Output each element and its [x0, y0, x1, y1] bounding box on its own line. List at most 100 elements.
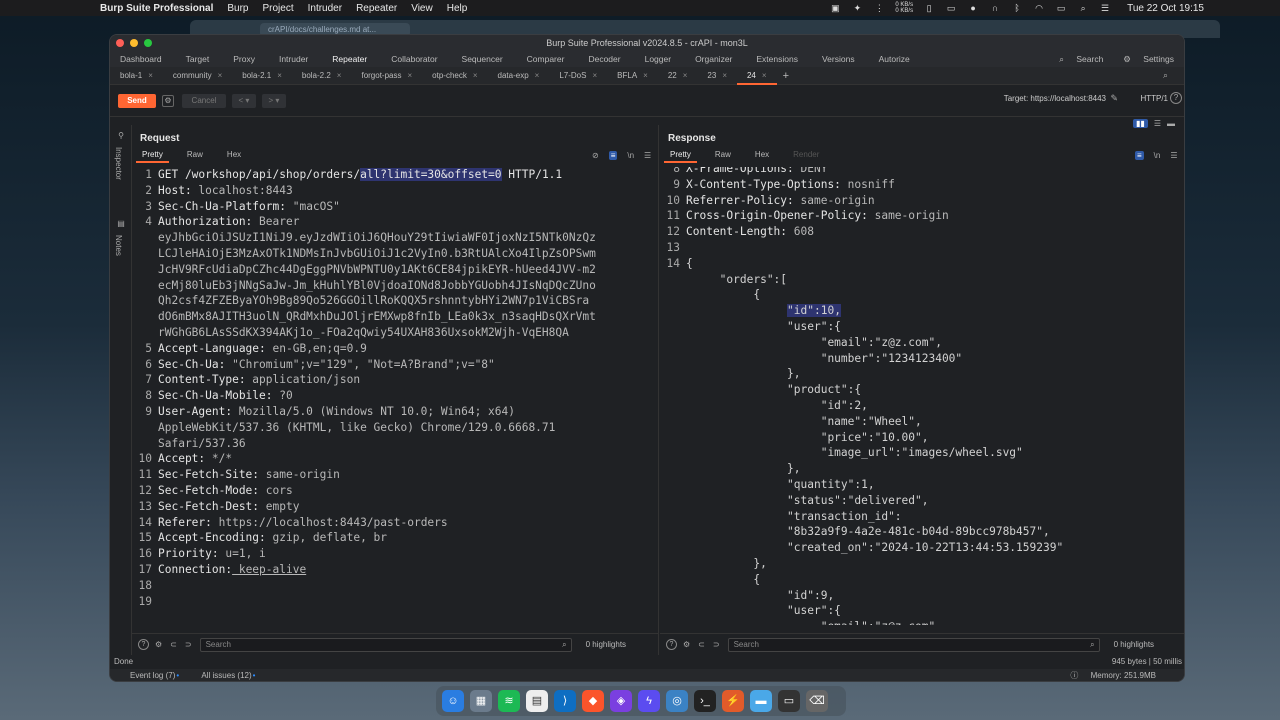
tool-tab-organizer[interactable]: Organizer: [683, 51, 744, 67]
send-button[interactable]: Send: [118, 93, 156, 108]
screen-icon[interactable]: ▭: [945, 3, 957, 13]
response-tab-hex[interactable]: Hex: [749, 149, 775, 163]
wrap-icon[interactable]: ≡: [608, 151, 618, 160]
tool-tab-decoder[interactable]: Decoder: [576, 51, 632, 67]
response-tab-pretty[interactable]: Pretty: [664, 149, 697, 163]
tab-search-icon[interactable]: ⌕: [1163, 70, 1168, 81]
repeater-tab[interactable]: 23 ×: [697, 67, 737, 85]
close-icon[interactable]: ×: [683, 71, 688, 80]
tool-tab-autorize[interactable]: Autorize: [867, 51, 922, 67]
request-search-input[interactable]: Search ⌕: [199, 637, 572, 652]
help-icon[interactable]: ?: [1170, 92, 1182, 104]
trash-icon[interactable]: ⌫: [806, 690, 828, 712]
repeater-tab[interactable]: 22 ×: [658, 67, 698, 85]
tool-tab-sequencer[interactable]: Sequencer: [450, 51, 515, 67]
layout-tabs-icon[interactable]: ▬: [1167, 119, 1175, 128]
close-icon[interactable]: ×: [277, 71, 282, 80]
response-tab-raw[interactable]: Raw: [709, 149, 737, 163]
close-icon[interactable]: ×: [408, 71, 413, 80]
folder-icon[interactable]: ▬: [750, 690, 772, 712]
gamepad-icon[interactable]: ✦: [851, 3, 863, 13]
repeater-tab[interactable]: forgot-pass ×: [351, 67, 422, 85]
proton-icon[interactable]: ◈: [610, 690, 632, 712]
repeater-tab[interactable]: bola-1 ×: [110, 67, 163, 85]
finder-icon[interactable]: ☺: [442, 690, 464, 712]
response-search-input[interactable]: Search ⌕: [727, 637, 1100, 652]
help-icon[interactable]: ?: [138, 639, 149, 650]
request-tab-hex[interactable]: Hex: [221, 149, 247, 163]
inspector-icon[interactable]: ⚲: [116, 131, 126, 141]
tool-tab-collaborator[interactable]: Collaborator: [379, 51, 449, 67]
menubar-app-name[interactable]: Burp Suite Professional: [100, 3, 213, 14]
menubar-item-repeater[interactable]: Repeater: [356, 3, 397, 14]
notes-app-icon[interactable]: ▤: [526, 690, 548, 712]
phone-icon[interactable]: ▯: [923, 3, 935, 13]
menubar-item-project[interactable]: Project: [262, 3, 293, 14]
bluetooth-icon[interactable]: ᛒ: [1011, 3, 1023, 13]
menubar-item-burp[interactable]: Burp: [227, 3, 248, 14]
next-icon[interactable]: ⊃: [713, 640, 720, 649]
tool-tab-dashboard[interactable]: Dashboard: [110, 51, 174, 67]
event-log-button[interactable]: Event log (7)•: [120, 671, 179, 680]
send-options-gear-icon[interactable]: ⚙: [162, 94, 174, 107]
circle-icon[interactable]: ●: [967, 3, 979, 13]
wifi-icon[interactable]: ◠: [1033, 3, 1045, 13]
repeater-tab[interactable]: otp-check ×: [422, 67, 487, 85]
previous-icon[interactable]: ⊂: [170, 640, 177, 649]
repeater-tab-active[interactable]: 24 ×: [736, 67, 777, 85]
repeater-tab[interactable]: data-exp ×: [488, 67, 550, 85]
vscode-icon[interactable]: ⟩: [554, 690, 576, 712]
help-icon[interactable]: ?: [666, 639, 677, 650]
close-window-button[interactable]: [116, 39, 124, 47]
menubar-item-intruder[interactable]: Intruder: [308, 3, 342, 14]
close-icon[interactable]: ×: [762, 71, 767, 80]
repeater-tab[interactable]: L7-DoS ×: [549, 67, 607, 85]
repeater-tab[interactable]: bola-2.1 ×: [232, 67, 292, 85]
tool-tab-proxy[interactable]: Proxy: [221, 51, 267, 67]
response-tab-render[interactable]: Render: [787, 149, 825, 163]
repeater-tab[interactable]: bola-2.2 ×: [292, 67, 352, 85]
settings-button[interactable]: ⚙ Settings: [1113, 54, 1174, 65]
tool-tab-intruder[interactable]: Intruder: [267, 51, 320, 67]
add-tab-button[interactable]: +: [783, 70, 789, 82]
terminal-icon[interactable]: ›_: [694, 690, 716, 712]
chrome-icon[interactable]: ◎: [666, 690, 688, 712]
launchpad-icon[interactable]: ▦: [470, 690, 492, 712]
menubar-item-view[interactable]: View: [411, 3, 433, 14]
control-center-icon[interactable]: ☰: [1099, 3, 1111, 13]
battery-icon[interactable]: ▭: [1055, 3, 1067, 13]
brave-icon[interactable]: ◆: [582, 690, 604, 712]
tool-tab-logger[interactable]: Logger: [633, 51, 683, 67]
close-icon[interactable]: ×: [592, 71, 597, 80]
burp-icon[interactable]: ⚡: [722, 690, 744, 712]
close-icon[interactable]: ×: [535, 71, 540, 80]
back-button[interactable]: < ▾: [232, 93, 256, 108]
request-editor[interactable]: 1 GET /workshop/api/shop/orders/all?limi…: [136, 167, 654, 625]
tool-tab-extensions[interactable]: Extensions: [744, 51, 810, 67]
notes-icon[interactable]: ▤: [116, 219, 126, 229]
gear-icon[interactable]: ⚙: [683, 640, 690, 649]
edit-target-icon[interactable]: ✎: [1110, 93, 1118, 104]
all-issues-button[interactable]: All issues (12)•: [191, 671, 255, 680]
close-icon[interactable]: ×: [148, 71, 153, 80]
newline-icon[interactable]: \n: [1154, 151, 1161, 160]
camera-icon[interactable]: ▣: [829, 3, 841, 13]
request-tab-pretty[interactable]: Pretty: [136, 149, 169, 163]
mixer-icon[interactable]: ⋮: [873, 3, 885, 13]
tool-tab-repeater[interactable]: Repeater: [320, 51, 379, 67]
close-icon[interactable]: ×: [218, 71, 223, 80]
cancel-button[interactable]: Cancel: [182, 93, 226, 108]
tool-tab-comparer[interactable]: Comparer: [515, 51, 577, 67]
layout-stacked-icon[interactable]: ☰: [1154, 119, 1161, 128]
menu-icon[interactable]: ☰: [1170, 151, 1177, 160]
tool-tab-versions[interactable]: Versions: [810, 51, 867, 67]
global-search-button[interactable]: ⌕ Search: [1049, 54, 1103, 65]
forward-button[interactable]: > ▾: [262, 93, 286, 108]
maximize-window-button[interactable]: [144, 39, 152, 47]
menubar-item-help[interactable]: Help: [447, 3, 468, 14]
repeater-tab[interactable]: community ×: [163, 67, 232, 85]
response-editor[interactable]: 8 X-Frame-Options: DENY 9 X-Content-Type-Op…: [664, 167, 1181, 625]
bolt-icon[interactable]: ϟ: [638, 690, 660, 712]
tool-tab-target[interactable]: Target: [174, 51, 222, 67]
request-tab-raw[interactable]: Raw: [181, 149, 209, 163]
